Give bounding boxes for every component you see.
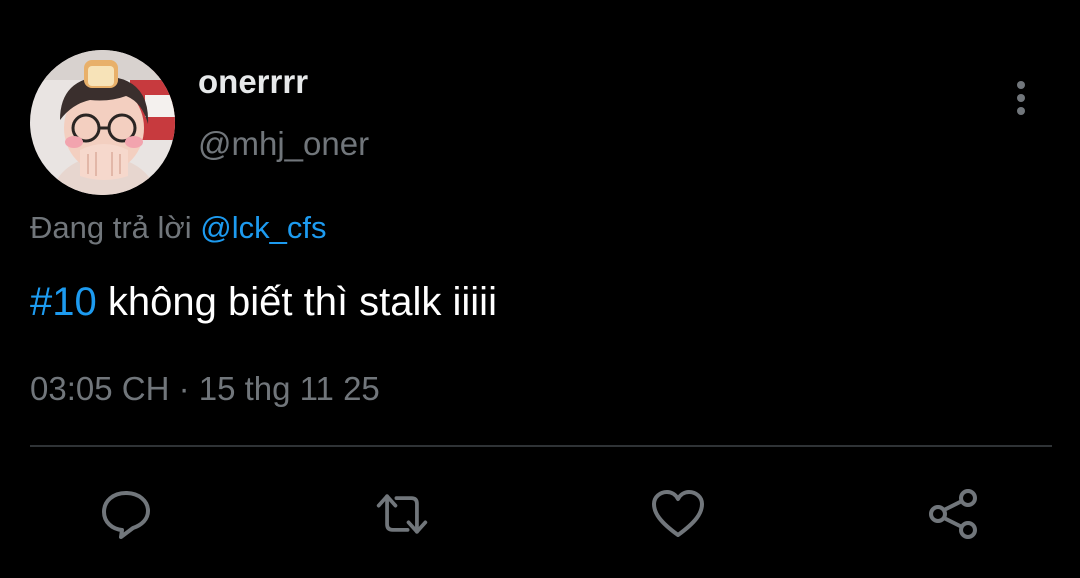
hashtag-link[interactable]: #10 <box>30 280 97 324</box>
divider <box>30 445 1052 447</box>
share-icon <box>929 489 977 539</box>
reply-context: Đang trả lời @lck_cfs <box>30 208 326 248</box>
share-button[interactable] <box>926 486 982 542</box>
display-name[interactable]: onerrrr <box>198 62 308 102</box>
avatar[interactable] <box>30 50 175 195</box>
user-handle[interactable]: @mhj_oner <box>198 124 369 164</box>
tweet-timestamp[interactable]: 03:05 CH · 15 thg 11 25 <box>30 368 380 410</box>
retweet-icon <box>376 494 428 534</box>
like-button[interactable] <box>650 486 706 542</box>
reply-prefix: Đang trả lời <box>30 210 192 245</box>
reply-button[interactable] <box>98 486 154 542</box>
more-options-button[interactable] <box>1000 74 1042 120</box>
retweet-button[interactable] <box>374 486 430 542</box>
more-vertical-icon <box>1017 81 1025 115</box>
avatar-image <box>30 50 175 195</box>
heart-icon <box>652 490 704 537</box>
tweet-body: không biết thì stalk iiiii <box>107 280 497 324</box>
reply-mention-link[interactable]: @lck_cfs <box>200 210 326 245</box>
reply-icon <box>102 491 150 539</box>
tweet-text: #10 không biết thì stalk iiiii <box>30 276 497 328</box>
